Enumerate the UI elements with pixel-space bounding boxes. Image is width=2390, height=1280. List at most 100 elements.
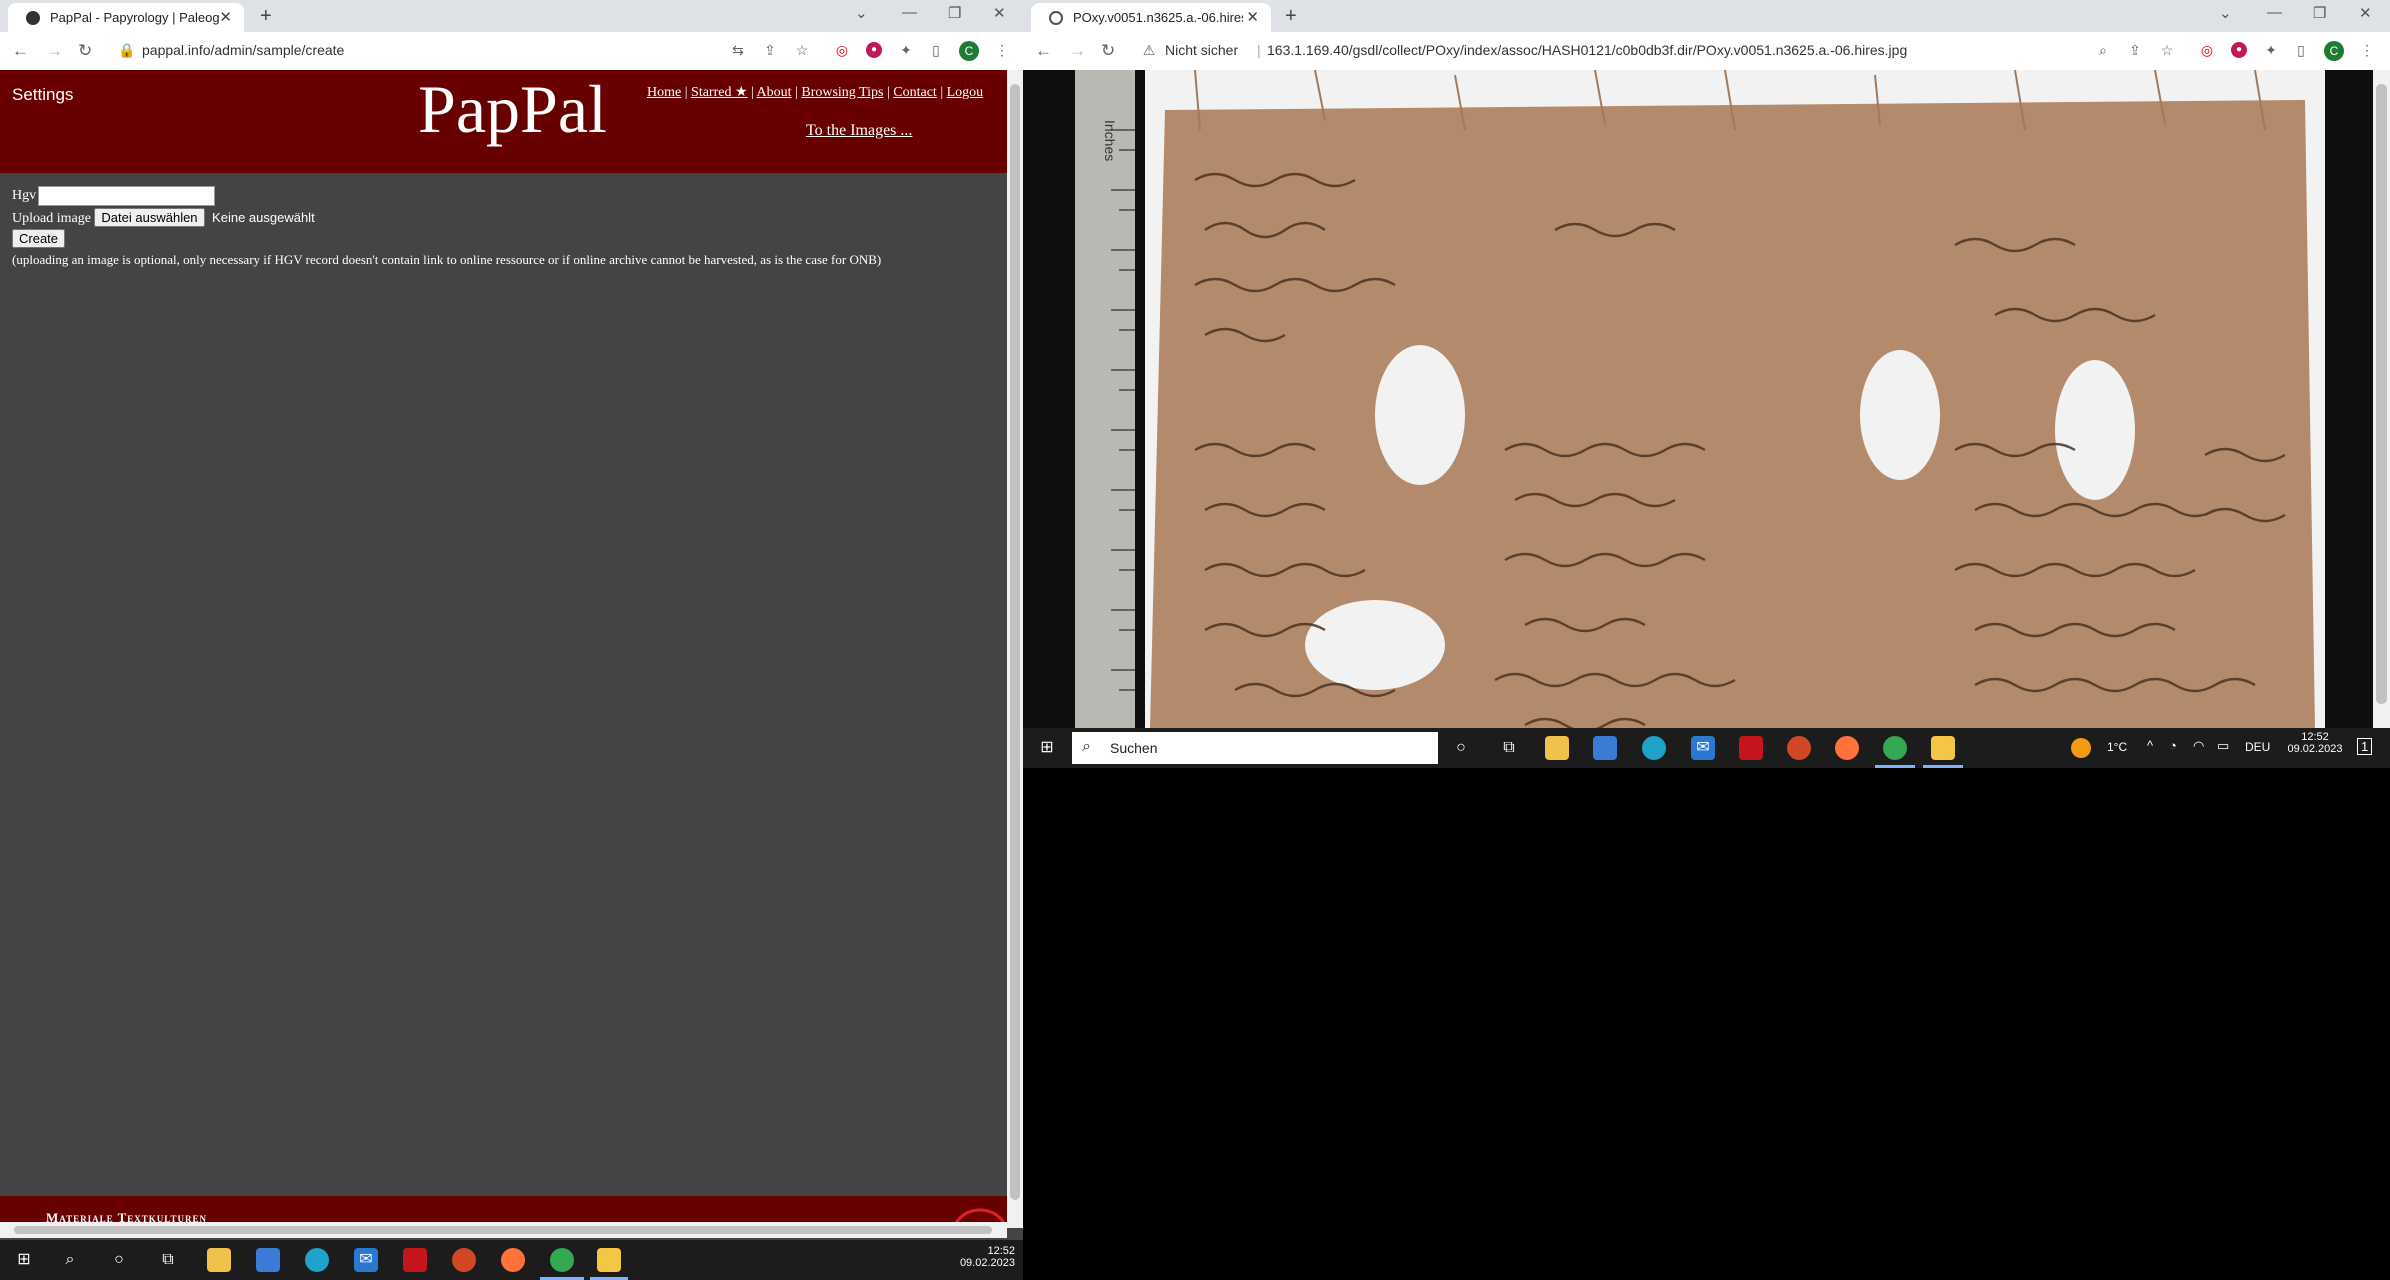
weather-sun-icon[interactable] bbox=[2071, 738, 2091, 758]
translate-icon[interactable]: ⇆ bbox=[730, 42, 746, 58]
left-clock[interactable]: 12:52 09.02.2023 bbox=[960, 1245, 1015, 1269]
minimize-icon[interactable]: — bbox=[902, 4, 917, 21]
extension-red-icon[interactable]: ◎ bbox=[2199, 42, 2215, 58]
new-tab-icon[interactable]: + bbox=[260, 5, 272, 28]
close-tab-icon[interactable]: ✕ bbox=[219, 8, 232, 26]
battery-icon[interactable]: ▭ bbox=[2217, 738, 2229, 754]
firefox-icon[interactable] bbox=[501, 1248, 525, 1272]
cortana-icon[interactable]: ○ bbox=[1449, 736, 1473, 760]
url-field[interactable]: pappal.info/admin/sample/create bbox=[142, 42, 344, 58]
menu-starred[interactable]: Starred ★ bbox=[691, 85, 747, 100]
ruler-label: Inches bbox=[1102, 120, 1118, 161]
network-icon[interactable]: ◔ bbox=[2169, 738, 2177, 753]
weather-temp[interactable]: 1°C bbox=[2107, 740, 2127, 754]
menu-home[interactable]: Home bbox=[647, 85, 681, 100]
powerpoint-icon[interactable] bbox=[452, 1248, 476, 1272]
language-indicator[interactable]: DEU bbox=[2245, 740, 2270, 754]
acrobat-icon[interactable] bbox=[1739, 736, 1763, 760]
task-view-icon[interactable]: ⧉ bbox=[1497, 736, 1521, 760]
forward-icon[interactable]: → bbox=[1069, 41, 1086, 61]
notification-icon[interactable]: 1 bbox=[2357, 738, 2373, 755]
to-the-images-link[interactable]: To the Images ... bbox=[806, 122, 912, 140]
left-horizontal-scrollbar[interactable] bbox=[0, 1222, 1007, 1238]
main-menu: Home | Starred ★ | About | Browsing Tips… bbox=[647, 85, 984, 100]
hgv-input[interactable] bbox=[38, 186, 216, 206]
side-panel-icon[interactable]: ▯ bbox=[928, 42, 944, 58]
close-window-icon[interactable]: ✕ bbox=[993, 4, 1006, 22]
settings-link[interactable]: Settings bbox=[12, 85, 73, 105]
menu-kebab-icon[interactable]: ⋮ bbox=[994, 42, 1010, 58]
windows-start-icon[interactable]: ⊞ bbox=[12, 1248, 36, 1272]
warning-icon[interactable]: ⚠ bbox=[1141, 42, 1157, 58]
extensions-puzzle-icon[interactable]: ✦ bbox=[898, 42, 914, 58]
right-tab-strip: POxy.v0051.n3625.a.-06.hires.jpg ✕ + ⌄ —… bbox=[1023, 0, 2390, 32]
extension-pink-icon[interactable]: ● bbox=[2231, 42, 2247, 58]
extension-pink-icon[interactable]: ● bbox=[866, 42, 882, 58]
extensions-puzzle-icon[interactable]: ✦ bbox=[2263, 42, 2279, 58]
profile-avatar[interactable]: C bbox=[959, 41, 979, 61]
zoom-icon[interactable]: ⌕ bbox=[2095, 42, 2111, 58]
left-vertical-scrollbar[interactable] bbox=[1007, 70, 1023, 1228]
tab-search-icon[interactable]: ⌄ bbox=[855, 4, 868, 22]
tab-search-icon[interactable]: ⌄ bbox=[2219, 4, 2232, 22]
edge-icon[interactable] bbox=[1642, 736, 1666, 760]
restore-icon[interactable]: ❐ bbox=[2313, 4, 2326, 22]
new-tab-icon[interactable]: + bbox=[1285, 5, 1297, 28]
wifi-icon[interactable]: ◠ bbox=[2193, 738, 2204, 754]
menu-contact[interactable]: Contact bbox=[893, 85, 937, 100]
create-button[interactable]: Create bbox=[12, 229, 66, 248]
pappal-logo[interactable]: PapPal bbox=[418, 70, 607, 149]
store-icon[interactable] bbox=[1593, 736, 1617, 760]
tab-title: PapPal - Papyrology | Paleography bbox=[50, 10, 220, 25]
taskbar-search-box[interactable]: ⌕ Suchen bbox=[1072, 732, 1438, 764]
upload-image-label: Upload image bbox=[12, 211, 91, 226]
mail-icon[interactable]: ✉ bbox=[354, 1248, 378, 1272]
file-explorer-icon[interactable] bbox=[207, 1248, 231, 1272]
share-icon[interactable]: ⇪ bbox=[2127, 42, 2143, 58]
profile-avatar[interactable]: C bbox=[2324, 41, 2344, 61]
restore-icon[interactable]: ❐ bbox=[948, 4, 961, 22]
task-view-icon[interactable]: ⧉ bbox=[156, 1248, 180, 1272]
choose-file-button[interactable]: Datei auswählen bbox=[94, 208, 205, 227]
left-browser-window: PapPal - Papyrology | Paleography ✕ + ⌄ … bbox=[0, 0, 1023, 1280]
store-icon[interactable] bbox=[256, 1248, 280, 1272]
notes-app-icon[interactable] bbox=[1931, 736, 1955, 760]
taskbar-search-icon[interactable]: ⌕ bbox=[58, 1248, 82, 1272]
menu-browsing-tips[interactable]: Browsing Tips bbox=[801, 85, 883, 100]
extension-red-icon[interactable]: ◎ bbox=[834, 42, 850, 58]
firefox-icon[interactable] bbox=[1835, 736, 1859, 760]
forward-icon[interactable]: → bbox=[46, 41, 63, 61]
tray-chevron-icon[interactable]: ^ bbox=[2147, 738, 2153, 753]
security-status[interactable]: Nicht sicher bbox=[1165, 42, 1238, 58]
powerpoint-icon[interactable] bbox=[1787, 736, 1811, 760]
right-clock[interactable]: 12:52 09.02.2023 bbox=[2285, 731, 2345, 755]
minimize-icon[interactable]: — bbox=[2267, 4, 2282, 21]
notes-app-icon[interactable] bbox=[597, 1248, 621, 1272]
bookmark-star-icon[interactable]: ☆ bbox=[2159, 42, 2175, 58]
tab-pappal[interactable]: PapPal - Papyrology | Paleography ✕ bbox=[8, 3, 244, 32]
menu-logout[interactable]: Logou bbox=[947, 85, 984, 100]
back-icon[interactable]: ← bbox=[1035, 41, 1052, 61]
close-window-icon[interactable]: ✕ bbox=[2359, 4, 2372, 22]
close-tab-icon[interactable]: ✕ bbox=[1246, 8, 1259, 26]
bookmark-star-icon[interactable]: ☆ bbox=[794, 42, 810, 58]
windows-start-icon[interactable]: ⊞ bbox=[1035, 736, 1059, 760]
chrome-icon[interactable] bbox=[550, 1248, 574, 1272]
side-panel-icon[interactable]: ▯ bbox=[2293, 42, 2309, 58]
url-field[interactable]: 163.1.169.40/gsdl/collect/POxy/index/ass… bbox=[1257, 42, 1907, 58]
share-icon[interactable]: ⇪ bbox=[762, 42, 778, 58]
edge-icon[interactable] bbox=[305, 1248, 329, 1272]
file-explorer-icon[interactable] bbox=[1545, 736, 1569, 760]
menu-kebab-icon[interactable]: ⋮ bbox=[2359, 42, 2375, 58]
lock-icon[interactable]: 🔒 bbox=[118, 42, 135, 58]
cortana-icon[interactable]: ○ bbox=[107, 1248, 131, 1272]
menu-about[interactable]: About bbox=[757, 85, 792, 100]
acrobat-icon[interactable] bbox=[403, 1248, 427, 1272]
chrome-icon[interactable] bbox=[1883, 736, 1907, 760]
mail-icon[interactable]: ✉ bbox=[1691, 736, 1715, 760]
right-vertical-scrollbar[interactable] bbox=[2373, 70, 2390, 728]
tab-poxy-image[interactable]: POxy.v0051.n3625.a.-06.hires.jpg ✕ bbox=[1031, 3, 1271, 32]
reload-icon[interactable]: ↻ bbox=[78, 41, 92, 61]
back-icon[interactable]: ← bbox=[12, 41, 29, 61]
reload-icon[interactable]: ↻ bbox=[1101, 41, 1115, 61]
